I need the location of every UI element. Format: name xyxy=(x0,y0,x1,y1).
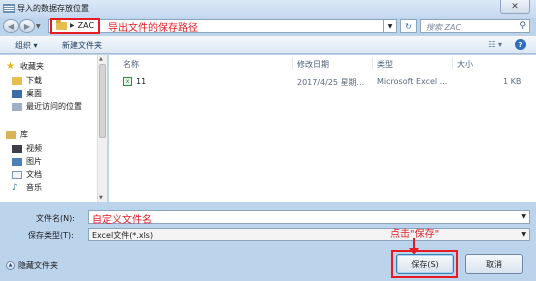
library-icon xyxy=(6,130,16,139)
search-icon[interactable]: ⚲ xyxy=(519,21,526,31)
scrollbar-thumb[interactable] xyxy=(99,64,106,138)
hide-folders-label: 隐藏文件夹 xyxy=(18,261,58,270)
nav-item-label: 库 xyxy=(20,130,28,139)
nav-item-label: 音乐 xyxy=(26,183,42,192)
music-note-icon: ♪ xyxy=(12,182,18,193)
file-list: 名称 修改日期 类型 大小 x 11 2017/4/25 星期... Micro… xyxy=(109,55,536,202)
nav-item-music[interactable]: ♪ 音乐 xyxy=(12,182,42,193)
file-size: 1 KB xyxy=(503,77,522,86)
back-button[interactable]: ◀ xyxy=(3,19,19,33)
close-button[interactable]: ✕ xyxy=(500,0,530,14)
nav-item-label: 下载 xyxy=(26,76,42,85)
title-bar: 导入的数据存放位置 ✕ xyxy=(0,0,536,18)
refresh-button[interactable]: ↻ xyxy=(400,19,417,33)
toolbar: 组织 ▾ 新建文件夹 ☷ ▾ ? xyxy=(0,35,536,54)
video-icon xyxy=(12,144,22,153)
column-header-date[interactable]: 修改日期 xyxy=(297,59,329,70)
view-options-icon[interactable]: ☷ ▾ xyxy=(488,40,502,49)
chevron-down-icon[interactable]: ▼ xyxy=(521,213,526,220)
window-title: 导入的数据存放位置 xyxy=(17,4,89,13)
refresh-icon: ↻ xyxy=(405,21,412,31)
excel-file-icon: x xyxy=(123,77,132,86)
forward-arrow-icon: ▶ xyxy=(23,21,31,31)
table-row[interactable]: x 11 2017/4/25 星期... Microsoft Excel ...… xyxy=(109,76,536,88)
filetype-label: 保存类型(T): xyxy=(28,231,74,240)
column-divider[interactable] xyxy=(292,57,293,69)
path-annotation: 导出文件的保存路径 xyxy=(108,22,199,34)
nav-scrollbar[interactable]: ▲ ▼ xyxy=(97,55,107,202)
organize-button[interactable]: 组织 ▾ xyxy=(15,40,38,51)
pictures-icon xyxy=(12,157,22,166)
nav-item-label: 文档 xyxy=(26,170,42,179)
chevron-up-icon: ▲ xyxy=(6,261,15,270)
forward-button[interactable]: ▶ xyxy=(19,19,35,33)
filename-label: 文件名(N): xyxy=(36,214,75,223)
address-dropdown-button[interactable]: ▼ xyxy=(384,19,397,33)
nav-item-label: 收藏夹 xyxy=(20,62,44,71)
path-highlight: ▶ ZAC xyxy=(50,17,101,34)
column-divider[interactable] xyxy=(372,57,373,69)
nav-item-label: 最近访问的位置 xyxy=(26,102,82,111)
nav-item-downloads[interactable]: 下载 xyxy=(12,75,42,86)
file-type: Microsoft Excel ... xyxy=(377,77,448,86)
nav-item-desktop[interactable]: 桌面 xyxy=(12,88,42,99)
nav-item-recent[interactable]: 最近访问的位置 xyxy=(12,101,82,112)
file-name: 11 xyxy=(136,77,147,86)
scroll-down-icon[interactable]: ▼ xyxy=(99,195,103,201)
filetype-select[interactable]: Excel文件(*.xls) ▼ xyxy=(88,228,530,241)
cancel-button[interactable]: 取消 xyxy=(465,254,523,274)
filetype-value: Excel文件(*.xls) xyxy=(92,231,154,240)
filename-field[interactable]: 自定义文件名 ▼ xyxy=(88,210,530,226)
nav-item-label: 桌面 xyxy=(26,89,42,98)
address-bar[interactable]: ▶ ZAC 导出文件的保存路径 xyxy=(48,17,384,34)
recent-places-icon xyxy=(12,102,22,111)
window-icon xyxy=(3,4,15,13)
nav-item-library[interactable]: 库 xyxy=(6,129,28,140)
breadcrumb-item-zac[interactable]: ZAC xyxy=(78,21,94,30)
save-form: 文件名(N): 自定义文件名 ▼ 保存类型(T): Excel文件(*.xls)… xyxy=(0,202,536,281)
search-input[interactable]: 搜索 ZAC ⚲ xyxy=(420,19,530,33)
nav-item-label: 视频 xyxy=(26,144,42,153)
navigation-pane: ★ 收藏夹 下载 桌面 最近访问的位置 库 视频 图片 文档 ♪ 音乐 ▲ ▼ xyxy=(0,55,108,202)
downloads-folder-icon xyxy=(12,76,22,85)
column-header-size[interactable]: 大小 xyxy=(457,59,473,70)
new-folder-button[interactable]: 新建文件夹 xyxy=(62,40,102,51)
scroll-up-icon[interactable]: ▲ xyxy=(99,56,103,62)
desktop-icon xyxy=(12,89,22,98)
address-row: ◀ ▶ ▼ ▶ ZAC 导出文件的保存路径 ▼ ↻ 搜索 ZAC ⚲ xyxy=(0,17,536,34)
star-icon: ★ xyxy=(6,60,15,72)
chevron-right-icon[interactable]: ▶ xyxy=(70,22,75,29)
file-date: 2017/4/25 星期... xyxy=(297,78,365,87)
hide-folders-toggle[interactable]: ▲ 隐藏文件夹 xyxy=(6,260,58,271)
column-header-name[interactable]: 名称 xyxy=(123,59,139,70)
documents-icon xyxy=(12,170,22,179)
nav-item-videos[interactable]: 视频 xyxy=(12,143,42,154)
folder-icon xyxy=(56,19,67,30)
recent-pages-dropdown[interactable]: ▼ xyxy=(36,23,41,30)
save-button[interactable]: 保存(S) xyxy=(396,254,454,274)
back-arrow-icon: ◀ xyxy=(7,21,15,31)
nav-item-label: 图片 xyxy=(26,157,42,166)
nav-item-documents[interactable]: 文档 xyxy=(12,169,42,180)
column-divider[interactable] xyxy=(452,57,453,69)
help-icon[interactable]: ? xyxy=(515,39,526,50)
nav-item-favorites[interactable]: ★ 收藏夹 xyxy=(6,61,44,72)
chevron-down-icon[interactable]: ▼ xyxy=(521,231,526,238)
filename-value: 自定义文件名 xyxy=(92,215,152,226)
column-header-type[interactable]: 类型 xyxy=(377,59,393,70)
nav-item-pictures[interactable]: 图片 xyxy=(12,156,42,167)
search-placeholder: 搜索 ZAC xyxy=(426,23,462,32)
